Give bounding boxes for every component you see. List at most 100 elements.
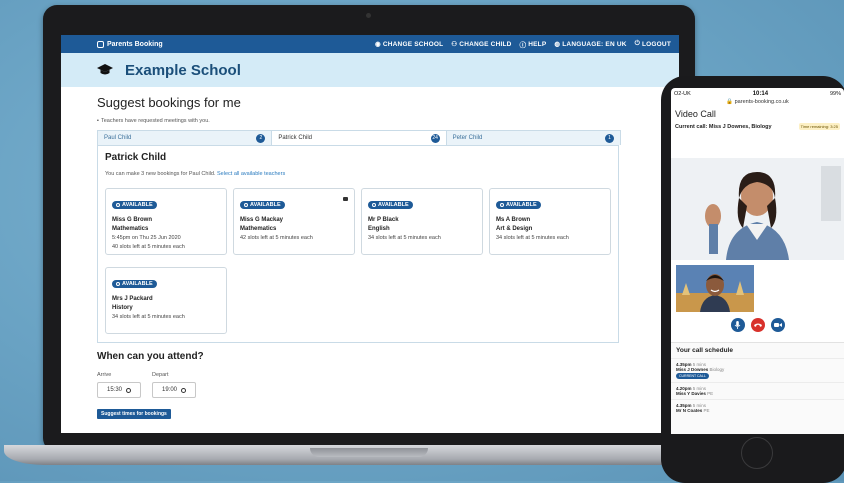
current-call-text: Current call: Miss J Downes, Biology [675,123,772,130]
schedule-subject: PE [703,408,710,413]
brand-logo[interactable]: Parents Booking [97,40,163,48]
teacher-subject: History [112,305,133,311]
tab-badge: 2 [256,133,266,143]
tab-label: Patrick Child [278,135,313,141]
tab-paul-child[interactable]: Paul Child 2 [98,131,273,145]
video-camera-icon [773,323,782,327]
hang-up-icon [753,323,762,327]
check-icon [372,203,376,207]
tab-peter-child[interactable]: Peter Child 1 [446,131,620,145]
laptop-camera [366,13,371,18]
suggest-times-button[interactable]: Suggest times for bookings [97,409,171,419]
current-call-bar: Current call: Miss J Downes, Biology Tim… [671,123,844,130]
teacher-card[interactable]: AVAILABLE Mrs J Packard History 34 slots… [105,267,227,334]
nav-language[interactable]: ◍ LANGUAGE: EN UK [554,39,626,49]
teacher-subject: English [368,226,390,232]
arrive-label: Arrive [97,372,112,378]
arrive-time-value: 15:30 [106,387,122,393]
depart-time-value: 19:00 [161,387,177,393]
parent-video-image [676,265,754,312]
child-tabs: Paul Child 2 Patrick Child 24 Peter Chil… [97,130,621,145]
laptop-notch [310,448,428,457]
call-controls [671,318,844,332]
nav-change-school[interactable]: ◉ CHANGE SCHOOL [375,39,443,49]
nav-language-label: LANGUAGE: EN UK [562,40,627,48]
battery: 99% [829,91,841,97]
brand-mark-icon [97,40,104,48]
nav-logout-label: LOGOUT [641,40,671,48]
available-label: AVAILABLE [122,202,153,208]
schedule-subject: Biology [709,367,725,372]
school-header: Example School [61,53,679,87]
nav-logout[interactable]: ⏻ LOGOUT [635,39,671,49]
nav-change-child-label: CHANGE CHILD [459,40,512,48]
remote-video [671,158,844,260]
tab-patrick-child[interactable]: Patrick Child 24 [272,131,447,145]
schedule-item[interactable]: 4.35pm 5 mins Mr N Coates PE [671,399,844,416]
current-call-tag: CURRENT CALL [676,373,709,379]
available-badge: AVAILABLE [112,280,157,288]
video-call-title: Video Call [675,109,716,119]
check-icon [244,203,248,207]
nav-help-label: HELP [528,40,547,48]
check-icon [500,203,504,207]
child-name-heading: Patrick Child [105,152,167,163]
slot-time: 5:45pm on Thu 25 Jun 2020 [112,235,181,241]
slots-left: 34 slots left at 5 minutes each [368,235,441,241]
attend-heading: When can you attend? [97,351,204,362]
clock-icon [126,387,131,393]
depart-label: Depart [152,372,169,378]
requested-note: ▪ Teachers have requested meetings with … [97,118,679,124]
teacher-name: Mr P Black [368,217,399,223]
nav-links: ◉ CHANGE SCHOOL ⚇ CHANGE CHILD ⓘ HELP ◍ … [375,39,671,49]
schedule-subject: PE [707,391,714,396]
requested-note-text: Teachers have requested meetings with yo… [100,118,210,124]
schedule-item[interactable]: 4.20pm 5 mins Miss Y Davies PE [671,382,844,399]
teacher-card[interactable]: AVAILABLE Miss G Mackay Mathematics 42 s… [233,188,355,255]
tab-label: Peter Child [452,135,483,141]
teacher-card[interactable]: AVAILABLE Ms A Brown Art & Design 34 slo… [489,188,611,255]
end-call-button[interactable] [750,318,765,332]
teacher-name: Mrs J Packard [112,296,153,302]
select-all-teachers-link[interactable]: Select all available teachers [217,171,285,177]
teacher-video-image [671,158,844,260]
child-panel: Patrick Child You can make 3 new booking… [97,145,619,343]
available-label: AVAILABLE [506,202,537,208]
mic-button[interactable] [730,318,745,332]
nav-change-school-label: CHANGE SCHOOL [382,40,444,48]
slots-left: 40 slots left at 5 minutes each [112,244,185,250]
teacher-subject: Mathematics [240,226,277,232]
phone-home-button[interactable] [741,437,773,469]
graduation-cap-icon [97,64,113,75]
available-badge: AVAILABLE [368,201,413,209]
tab-badge: 1 [604,133,614,143]
schedule-teacher: Miss Y Davies [676,391,706,396]
carrier: O2-UK [674,91,691,97]
slots-left: 42 slots left at 5 minutes each [240,235,313,241]
teacher-card[interactable]: AVAILABLE Miss G Brown Mathematics 5:45p… [105,188,227,255]
page-title: Suggest bookings for me [97,95,241,110]
schedule-item[interactable]: 4.35pm 5 mins Miss J Downes Biology CURR… [671,358,844,382]
slots-left: 34 slots left at 5 minutes each [112,314,185,320]
available-label: AVAILABLE [378,202,409,208]
url-text: parents-booking.co.uk [734,99,789,105]
schedule-title: Your call schedule [676,347,733,354]
schedule-teacher: Miss J Downes [676,367,709,372]
available-label: AVAILABLE [122,281,153,287]
nav-change-child[interactable]: ⚇ CHANGE CHILD [451,39,511,49]
depart-time-input[interactable]: 19:00 [152,382,196,398]
brand-name: Parents Booking [107,40,163,48]
check-icon [116,282,120,286]
available-badge: AVAILABLE [112,201,157,209]
tab-badge: 24 [430,133,440,143]
camera-button[interactable] [770,318,785,332]
nav-help[interactable]: ⓘ HELP [520,39,547,50]
clock: 10:14 [752,91,769,97]
teacher-card[interactable]: AVAILABLE Mr P Black English 34 slots le… [361,188,483,255]
arrive-time-input[interactable]: 15:30 [97,382,141,398]
microphone-icon [734,321,741,329]
available-badge: AVAILABLE [496,201,541,209]
laptop-screen: Parents Booking ◉ CHANGE SCHOOL ⚇ CHANGE… [61,35,679,433]
phone-screen: O2-UK 10:14 99% 🔒 parents-booking.co.uk … [671,88,844,434]
teacher-name: Miss G Mackay [240,217,284,223]
